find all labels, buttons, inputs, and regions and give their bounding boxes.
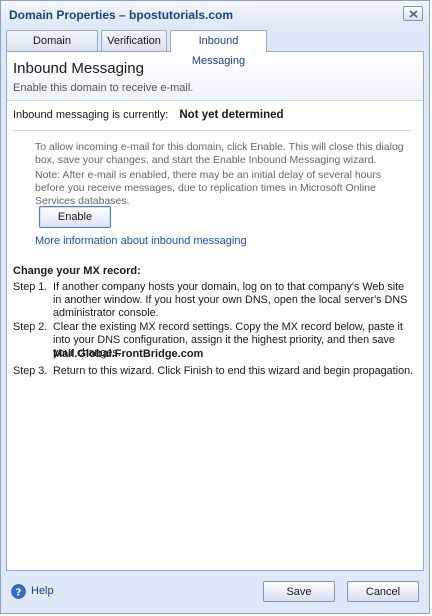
help-icon: ? bbox=[11, 584, 26, 599]
step-1: Step 1. If another company hosts your do… bbox=[13, 281, 415, 321]
step-number: Step 1. bbox=[13, 281, 48, 293]
close-icon bbox=[409, 10, 418, 18]
dialog-footer: ? Help Save Cancel bbox=[1, 571, 429, 613]
svg-text:?: ? bbox=[16, 587, 22, 598]
status-row: Inbound messaging is currently: Not yet … bbox=[13, 109, 284, 121]
title-bar: Domain Properties – bpostutorials.com bbox=[1, 1, 429, 27]
step-text: If another company hosts your domain, lo… bbox=[53, 281, 408, 319]
status-value: Not yet determined bbox=[179, 109, 284, 121]
help-label: Help bbox=[31, 585, 54, 597]
tab-inbound-messaging[interactable]: Inbound Messaging bbox=[170, 30, 267, 67]
info-paragraph-note: Note: After e-mail is enabled, there may… bbox=[35, 169, 382, 207]
tab-strip: Domain Properties Verification Inbound M… bbox=[6, 30, 424, 67]
step-2: Step 2. Clear the existing MX record set… bbox=[13, 321, 415, 359]
page-title: Inbound Messaging bbox=[13, 60, 144, 77]
step-number: Step 3. bbox=[13, 365, 48, 377]
mx-section-title: Change your MX record: bbox=[13, 265, 141, 277]
step-text: Return to this wizard. Click Finish to e… bbox=[53, 365, 414, 377]
tab-verification[interactable]: Verification bbox=[101, 30, 167, 51]
cancel-button[interactable]: Cancel bbox=[347, 581, 419, 602]
mx-record-value: Mail.Global.FrontBridge.com bbox=[53, 348, 204, 360]
page-subtitle: Enable this domain to receive e-mail. bbox=[13, 82, 194, 94]
save-button[interactable]: Save bbox=[263, 581, 335, 602]
tab-panel: Inbound Messaging Enable this domain to … bbox=[6, 51, 424, 571]
info-section: To allow incoming e-mail for this domain… bbox=[13, 130, 411, 271]
step-number: Step 2. bbox=[13, 321, 48, 333]
more-info-link[interactable]: More information about inbound messaging bbox=[35, 235, 247, 247]
status-label: Inbound messaging is currently: bbox=[13, 109, 169, 121]
enable-button[interactable]: Enable bbox=[39, 206, 111, 228]
close-button[interactable] bbox=[403, 6, 423, 21]
tab-domain-properties[interactable]: Domain Properties bbox=[6, 30, 98, 67]
window-title: Domain Properties – bpostutorials.com bbox=[9, 8, 234, 22]
step-3: Step 3. Return to this wizard. Click Fin… bbox=[13, 365, 415, 379]
domain-properties-dialog: Domain Properties – bpostutorials.com Do… bbox=[0, 0, 430, 614]
info-paragraph-enable: To allow incoming e-mail for this domain… bbox=[35, 141, 404, 166]
